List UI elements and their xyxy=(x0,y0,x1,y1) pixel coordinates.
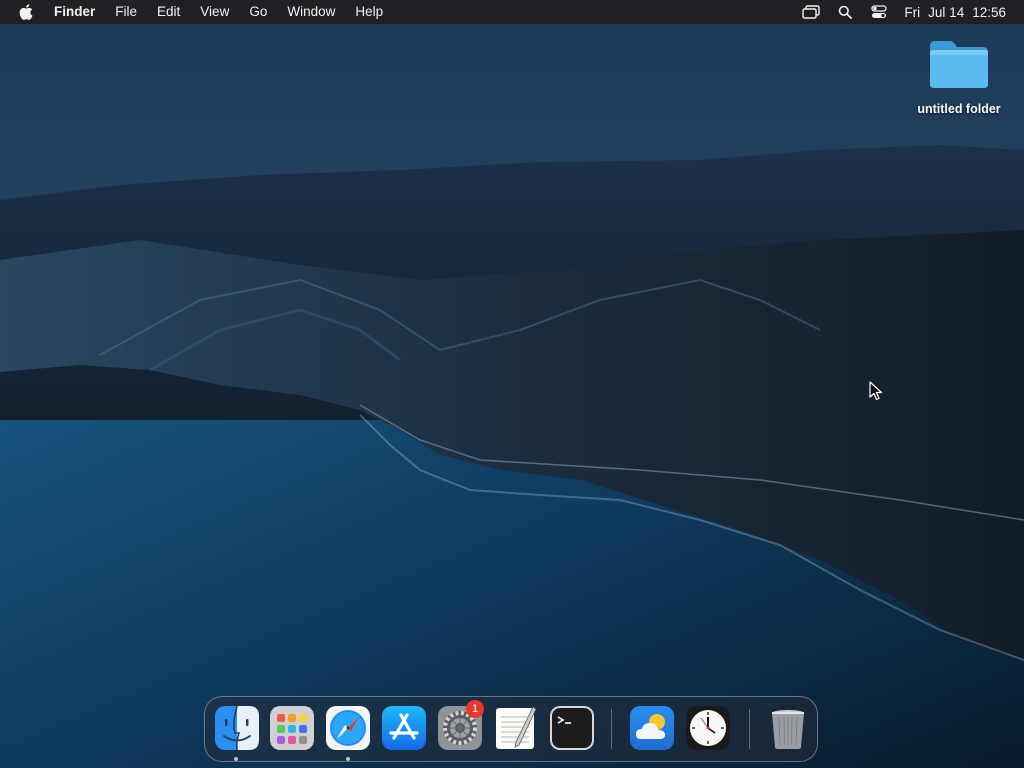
menu-help[interactable]: Help xyxy=(345,0,393,24)
menu-go[interactable]: Go xyxy=(239,0,277,24)
folder-label: untitled folder xyxy=(917,102,1001,116)
finder-icon xyxy=(215,705,259,751)
dock-item-textedit[interactable] xyxy=(493,705,539,751)
menu-bar: Finder File Edit View Go Window Help Fri… xyxy=(0,0,1024,24)
apple-menu-icon[interactable] xyxy=(0,0,52,24)
folder-icon xyxy=(930,41,988,88)
dock-item-finder[interactable] xyxy=(214,705,260,751)
clock-date: Jul 14 xyxy=(928,4,965,20)
dock-separator xyxy=(611,709,612,749)
clock-day: Fri xyxy=(904,4,921,20)
dock-item-system-preferences[interactable]: 1 xyxy=(437,700,484,751)
menu-file[interactable]: File xyxy=(105,0,147,24)
spotlight-search-icon[interactable] xyxy=(828,0,862,24)
safari-icon xyxy=(326,706,370,750)
menu-edit[interactable]: Edit xyxy=(147,0,190,24)
dock-separator xyxy=(749,709,750,749)
weather-icon xyxy=(630,706,674,750)
dock-item-weather[interactable] xyxy=(629,705,675,751)
dock-item-app-store[interactable] xyxy=(381,705,427,751)
dock-item-clock[interactable] xyxy=(685,705,731,751)
screen-mirroring-icon[interactable] xyxy=(794,0,828,24)
dock: 1 xyxy=(204,696,818,762)
dock-item-trash[interactable] xyxy=(765,705,811,751)
trash-icon xyxy=(772,710,804,749)
dock-item-launchpad[interactable] xyxy=(269,705,315,751)
clock-time: 12:56 xyxy=(972,4,1006,20)
terminal-icon xyxy=(550,706,594,750)
dock-item-terminal[interactable] xyxy=(549,705,595,751)
running-indicator-safari xyxy=(346,757,350,761)
menu-window[interactable]: Window xyxy=(277,0,345,24)
app-menu-finder[interactable]: Finder xyxy=(52,0,105,24)
clock-icon xyxy=(686,706,730,750)
running-indicator-finder xyxy=(234,757,238,761)
menu-view[interactable]: View xyxy=(190,0,239,24)
mouse-cursor-icon xyxy=(869,381,883,401)
textedit-icon xyxy=(496,706,537,749)
dock-item-safari[interactable] xyxy=(325,705,371,751)
app-store-icon xyxy=(382,706,426,750)
launchpad-icon xyxy=(270,706,314,750)
menubar-clock[interactable]: Fri Jul 14 12:56 xyxy=(896,5,1024,20)
desktop-folder-untitled[interactable]: untitled folder xyxy=(910,38,1008,116)
notification-badge: 1 xyxy=(466,700,484,718)
control-center-icon[interactable] xyxy=(862,0,896,24)
